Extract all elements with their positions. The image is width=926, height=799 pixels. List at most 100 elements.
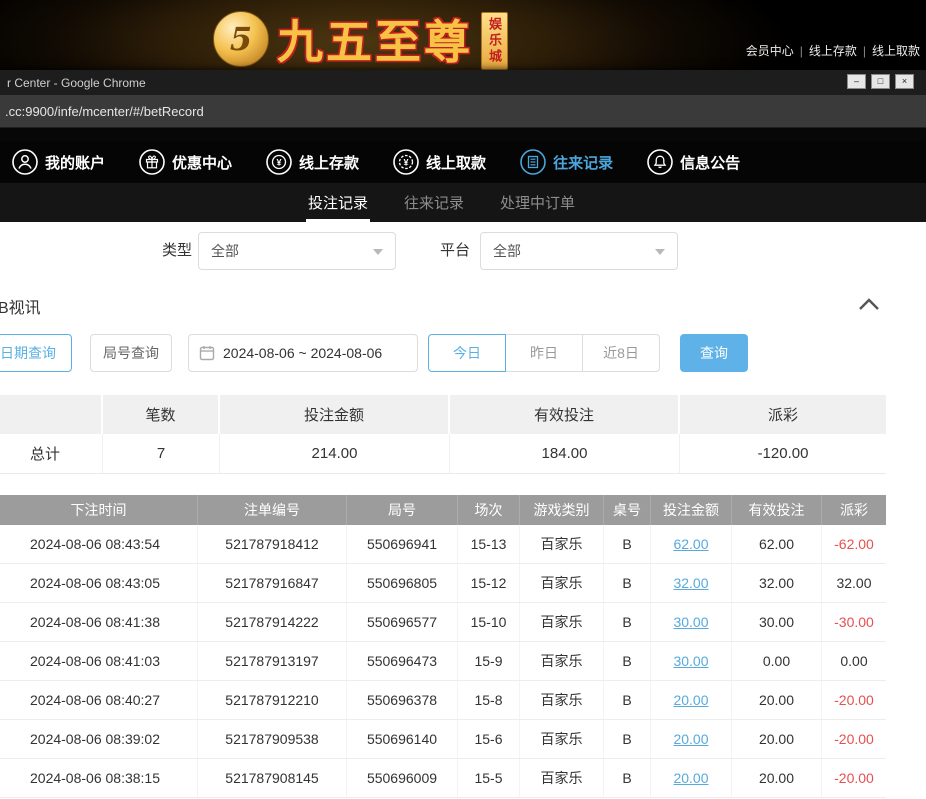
nav-withdraw[interactable]: ¥ 线上取款: [393, 149, 486, 175]
logo-text: 九五至尊: [277, 6, 473, 72]
yesterday-button[interactable]: 昨日: [505, 334, 583, 372]
type-select-value: 全部: [211, 243, 239, 259]
chevron-down-icon: [373, 249, 383, 255]
summary-table: 笔数 投注金额 有效投注 派彩 总计 7 214.00 184.00 -120.…: [0, 395, 886, 474]
search-button[interactable]: 查询: [680, 334, 748, 372]
cell-valid: 32.00: [732, 564, 822, 602]
table-row: 2024-08-06 08:39:02 521787909538 5506961…: [0, 720, 886, 759]
nav-transaction-records[interactable]: 往来记录: [520, 149, 613, 175]
cell-order: 521787914222: [198, 603, 347, 641]
records-icon: [520, 149, 546, 175]
tab-transaction-records[interactable]: 往来记录: [404, 183, 464, 222]
nav-promotions[interactable]: 优惠中心: [139, 149, 232, 175]
bet-amount-link[interactable]: 30.00: [651, 603, 732, 641]
bet-amount-link[interactable]: 62.00: [651, 525, 732, 563]
cell-round: 550696140: [347, 720, 458, 758]
chevron-up-icon: [858, 297, 880, 311]
summary-total-row: 总计 7 214.00 184.00 -120.00: [0, 434, 886, 474]
chevron-down-icon: [655, 249, 665, 255]
cell-round: 550696009: [347, 759, 458, 797]
cell-payout: -62.00: [822, 525, 886, 563]
cell-round: 550696805: [347, 564, 458, 602]
cell-order: 521787909538: [198, 720, 347, 758]
cell-round: 550696941: [347, 525, 458, 563]
platform-select-value: 全部: [493, 243, 521, 259]
table-row: 2024-08-06 08:38:15 521787908145 5506960…: [0, 759, 886, 798]
banner-links: 会员中心|线上存款|线上取款: [746, 42, 920, 59]
col-payout: 派彩: [822, 495, 886, 525]
today-button[interactable]: 今日: [428, 334, 506, 372]
date-range-input[interactable]: 2024-08-06 ~ 2024-08-06: [188, 334, 418, 372]
cell-order: 521787913197: [198, 642, 347, 680]
summary-total-label: 总计: [0, 434, 103, 473]
window-controls: – □ ×: [847, 74, 914, 89]
bet-amount-link[interactable]: 20.00: [651, 759, 732, 797]
logo-coin-icon: 5: [213, 11, 269, 67]
nav-label: 线上取款: [426, 152, 486, 173]
maximize-button[interactable]: □: [871, 74, 890, 89]
nav-label: 信息公告: [680, 152, 740, 173]
type-select[interactable]: 全部: [198, 232, 396, 270]
cell-valid: 20.00: [732, 720, 822, 758]
type-filter-label: 类型: [162, 231, 192, 271]
cell-session: 15-12: [458, 564, 520, 602]
col-game: 游戏类别: [520, 495, 604, 525]
cell-session: 15-5: [458, 759, 520, 797]
col-session: 场次: [458, 495, 520, 525]
window-titlebar[interactable]: r Center - Google Chrome – □ ×: [0, 70, 926, 95]
nav-my-account[interactable]: 我的账户: [12, 149, 105, 175]
cell-game: 百家乐: [520, 759, 604, 797]
calendar-icon: [199, 345, 215, 361]
cell-session: 15-13: [458, 525, 520, 563]
cell-table: B: [604, 603, 651, 641]
tab-processing-orders[interactable]: 处理中订单: [500, 183, 575, 222]
summary-header-valid: 有效投注: [450, 395, 680, 434]
nav-label: 我的账户: [45, 152, 105, 173]
table-row: 2024-08-06 08:40:27 521787912210 5506963…: [0, 681, 886, 720]
link-member-center[interactable]: 会员中心: [746, 44, 794, 58]
tab-bet-records[interactable]: 投注记录: [308, 183, 368, 222]
last-8-days-button[interactable]: 近8日: [582, 334, 660, 372]
cell-order: 521787918412: [198, 525, 347, 563]
cell-payout: 0.00: [822, 642, 886, 680]
date-query-button[interactable]: 日期查询: [0, 334, 72, 372]
col-table: 桌号: [604, 495, 651, 525]
bet-amount-link[interactable]: 20.00: [651, 681, 732, 719]
bet-amount-link[interactable]: 32.00: [651, 564, 732, 602]
cell-game: 百家乐: [520, 681, 604, 719]
cell-time: 2024-08-06 08:38:15: [0, 759, 198, 797]
table-row: 2024-08-06 08:43:05 521787916847 5506968…: [0, 564, 886, 603]
round-query-button[interactable]: 局号查询: [90, 334, 172, 372]
summary-header-count: 笔数: [103, 395, 220, 434]
close-button[interactable]: ×: [895, 74, 914, 89]
summary-bet: 214.00: [220, 434, 450, 473]
cell-game: 百家乐: [520, 564, 604, 602]
cell-game: 百家乐: [520, 720, 604, 758]
minimize-button[interactable]: –: [847, 74, 866, 89]
nav-label: 线上存款: [299, 152, 359, 173]
table-row: 2024-08-06 08:41:38 521787914222 5506965…: [0, 603, 886, 642]
member-nav: 我的账户 优惠中心 ¥ 线上存款 ¥ 线上取款 往来记录 信息公告: [0, 141, 926, 183]
bet-record-table: 下注时间 注单编号 局号 场次 游戏类别 桌号 投注金额 有效投注 派彩 202…: [0, 495, 886, 798]
cell-valid: 20.00: [732, 759, 822, 797]
bet-amount-link[interactable]: 30.00: [651, 642, 732, 680]
gift-icon: [139, 149, 165, 175]
collapse-section-button[interactable]: [858, 297, 880, 316]
link-online-deposit[interactable]: 线上存款: [809, 44, 857, 58]
table-row: 2024-08-06 08:43:54 521787918412 5506969…: [0, 525, 886, 564]
bet-amount-link[interactable]: 20.00: [651, 720, 732, 758]
cell-time: 2024-08-06 08:41:38: [0, 603, 198, 641]
cell-payout: -20.00: [822, 759, 886, 797]
summary-valid: 184.00: [450, 434, 680, 473]
address-bar[interactable]: .cc:9900/infe/mcenter/#/betRecord: [0, 95, 926, 128]
cell-order: 521787916847: [198, 564, 347, 602]
nav-label: 往来记录: [553, 152, 613, 173]
nav-announcements[interactable]: 信息公告: [647, 149, 740, 175]
cell-payout: -20.00: [822, 720, 886, 758]
nav-deposit[interactable]: ¥ 线上存款: [266, 149, 359, 175]
platform-select[interactable]: 全部: [480, 232, 678, 270]
cell-time: 2024-08-06 08:43:54: [0, 525, 198, 563]
site-banner: 5 九五至尊 娱乐城 会员中心|线上存款|线上取款: [0, 0, 926, 70]
cell-payout: 32.00: [822, 564, 886, 602]
link-online-withdraw[interactable]: 线上取款: [872, 44, 920, 58]
